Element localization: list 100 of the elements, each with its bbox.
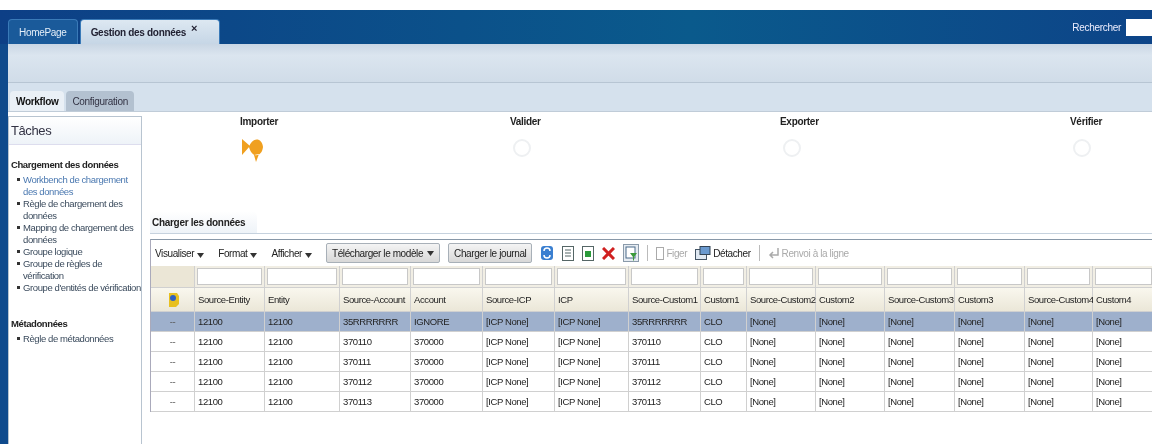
column-header[interactable]: Source-Entity (195, 288, 265, 312)
toolbar-button[interactable]: Charger le journal (448, 243, 533, 263)
toolbar-action[interactable]: Détacher (695, 246, 751, 260)
table-cell: 12100 (265, 372, 340, 392)
task-link[interactable]: Règle de métadonnées (9, 333, 141, 345)
table-row[interactable]: -- 12100 12100 35RRRRRRR IGNORE [ICP None] [ICP None] 35RRRRRRR CLO [None] [None] [None] [None] [None] [None] (151, 312, 1152, 332)
column-icon (656, 246, 665, 260)
table-cell: [None] (1025, 352, 1093, 372)
filter-field[interactable] (749, 268, 813, 285)
table-cell: 370000 (411, 372, 483, 392)
table-cell: [None] (816, 372, 885, 392)
column-header[interactable]: ICP (555, 288, 629, 312)
view-tab[interactable]: Configuration (66, 91, 134, 111)
menu-button[interactable]: Visualiser (155, 247, 205, 259)
table-cell: [None] (816, 352, 885, 372)
table-cell: [ICP None] (483, 372, 555, 392)
table-cell: [None] (955, 352, 1025, 372)
table-cell: 12100 (195, 352, 265, 372)
filter-field[interactable] (267, 268, 337, 285)
table-cell: [None] (747, 312, 816, 332)
filter-field[interactable] (887, 268, 952, 285)
stage-label: Exporter (780, 116, 819, 127)
filter-field[interactable] (413, 268, 480, 285)
table-cell: CLO (701, 332, 747, 352)
stage-label: Vérifier (1070, 116, 1103, 127)
task-link[interactable]: Groupe d'entités de vérification (9, 282, 141, 294)
filter-field[interactable] (818, 268, 882, 285)
table-cell: [ICP None] (555, 372, 629, 392)
table-cell: CLO (701, 372, 747, 392)
column-header[interactable]: Source-Custom3 (885, 288, 955, 312)
table-cell: 370000 (411, 392, 483, 412)
table-cell: 370112 (629, 372, 701, 392)
delete-icon[interactable] (602, 246, 616, 260)
filter-icon[interactable] (623, 244, 640, 262)
task-link[interactable]: Mapping de chargement des données (9, 222, 141, 246)
filter-field[interactable] (703, 268, 744, 285)
task-link[interactable]: Règle de chargement des données (9, 198, 141, 222)
table-cell: 12100 (195, 312, 265, 332)
table-cell: 370112 (340, 372, 411, 392)
spreadsheet-icon[interactable] (582, 245, 595, 261)
caret-icon (250, 252, 258, 258)
column-header[interactable]: Account (411, 288, 483, 312)
document-icon[interactable] (562, 245, 575, 261)
filter-field[interactable] (957, 268, 1022, 285)
table-cell: 12100 (195, 332, 265, 352)
column-header[interactable]: Source-Account (340, 288, 411, 312)
refresh-icon[interactable] (540, 245, 555, 261)
row-marker: -- (151, 392, 195, 412)
close-icon[interactable]: × (191, 22, 198, 34)
row-marker: -- (151, 312, 195, 332)
column-header[interactable]: Entity (265, 288, 340, 312)
table-row[interactable]: -- 12100 12100 370111 370000 [ICP None] [ICP None] 370111 CLO [None] [None] [None] [None] [None] [None] (151, 352, 1152, 372)
table-cell: [None] (747, 372, 816, 392)
table-cell: [None] (885, 352, 955, 372)
dropdown-button[interactable]: Télécharger le modèle (326, 243, 441, 263)
table-cell: 370000 (411, 352, 483, 372)
filter-field[interactable] (197, 268, 262, 285)
menu-button[interactable]: Format (218, 247, 258, 259)
filter-field[interactable] (631, 268, 698, 285)
filter-field[interactable] (557, 268, 626, 285)
column-header[interactable]: Custom2 (816, 288, 885, 312)
page-tab[interactable]: HomePage (8, 19, 78, 44)
table-cell: 370113 (340, 392, 411, 412)
task-link[interactable]: Workbench de chargement des données (9, 174, 141, 198)
search-field[interactable] (1126, 18, 1152, 36)
task-link[interactable]: Groupe logique (9, 246, 141, 258)
column-header[interactable]: Source-Custom4 (1025, 288, 1093, 312)
table-row[interactable]: -- 12100 12100 370110 370000 [ICP None] [ICP None] 370110 CLO [None] [None] [None] [None] [None] [None] (151, 332, 1152, 352)
filter-field[interactable] (342, 268, 408, 285)
column-header[interactable]: Source-Custom2 (747, 288, 816, 312)
table-cell: [None] (955, 312, 1025, 332)
table-cell: 12100 (265, 392, 340, 412)
table-cell: [None] (955, 332, 1025, 352)
table-cell: 35RRRRRRR (340, 312, 411, 332)
menu-button[interactable]: Afficher (271, 247, 312, 259)
column-header[interactable]: Custom1 (701, 288, 747, 312)
page-tab[interactable]: Gestion des données × (79, 19, 221, 44)
table-cell: [ICP None] (483, 312, 555, 332)
table-cell: 12100 (265, 332, 340, 352)
table-row[interactable]: -- 12100 12100 370113 370000 [ICP None] [ICP None] 370113 CLO [None] [None] [None] [None] [None] [None] (151, 392, 1152, 412)
table-cell: [None] (885, 372, 955, 392)
table-cell: 370110 (340, 332, 411, 352)
table-cell: [None] (1025, 392, 1093, 412)
column-header[interactable]: Source-Custom1 (629, 288, 701, 312)
column-header[interactable]: Custom4 (1093, 288, 1152, 312)
column-header[interactable]: Custom3 (955, 288, 1025, 312)
table-cell: 12100 (265, 312, 340, 332)
column-header[interactable]: Source-ICP (483, 288, 555, 312)
view-tab[interactable]: Workflow (10, 91, 65, 111)
filter-field[interactable] (1095, 268, 1152, 285)
table-cell: [ICP None] (483, 392, 555, 412)
filter-field[interactable] (485, 268, 552, 285)
filter-field[interactable] (1027, 268, 1090, 285)
table-cell: 370110 (629, 332, 701, 352)
row-marker: -- (151, 332, 195, 352)
table-row[interactable]: -- 12100 12100 370112 370000 [ICP None] [ICP None] 370112 CLO [None] [None] [None] [None] [None] [None] (151, 372, 1152, 392)
table-cell: CLO (701, 312, 747, 332)
task-link[interactable]: Groupe de règles de vérification (9, 258, 141, 282)
table-cell: [None] (816, 332, 885, 352)
table-cell: 370111 (629, 352, 701, 372)
